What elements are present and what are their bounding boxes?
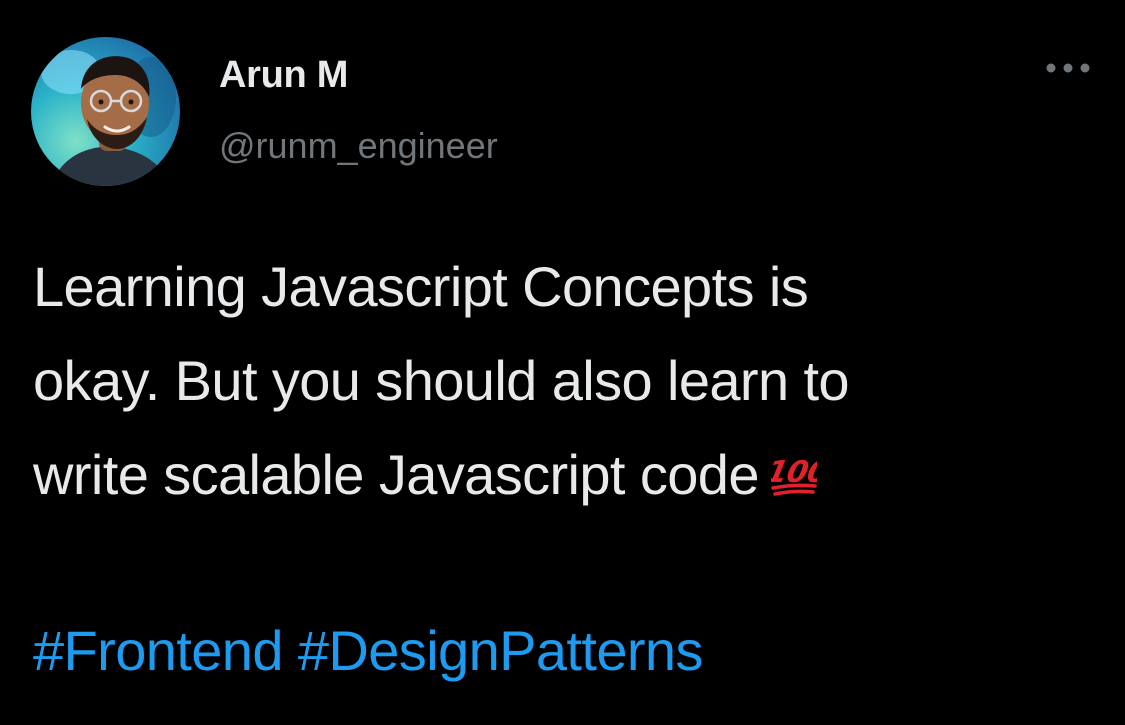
tweet-text-line: okay. But you should also learn to — [33, 349, 850, 412]
hashtags: #Frontend #DesignPatterns — [33, 606, 703, 696]
tweet-text-line: Learning Javascript Concepts is — [33, 255, 809, 318]
tweet-card: Arun M @runm_engineer Learning Javascrip… — [0, 0, 1125, 725]
tweet-text-line-content: write scalable Javascript code — [33, 443, 759, 506]
hashtag-frontend-link[interactable]: #Frontend — [33, 619, 283, 682]
author-avatar[interactable] — [31, 37, 180, 186]
tweet-text: Learning Javascript Concepts is okay. Bu… — [33, 240, 1113, 528]
hundred-points-emoji-icon: 100 — [763, 434, 832, 528]
more-options-button[interactable] — [1040, 50, 1096, 86]
author-display-name[interactable]: Arun M — [219, 50, 348, 100]
tweet-text-line-last: write scalable Javascript code 100 — [33, 428, 1113, 528]
author-handle[interactable]: @runm_engineer — [219, 123, 498, 169]
ellipsis-icon — [1046, 63, 1090, 73]
hashtag-designpatterns-link[interactable]: #DesignPatterns — [298, 619, 704, 682]
avatar-photo-icon — [31, 37, 180, 186]
